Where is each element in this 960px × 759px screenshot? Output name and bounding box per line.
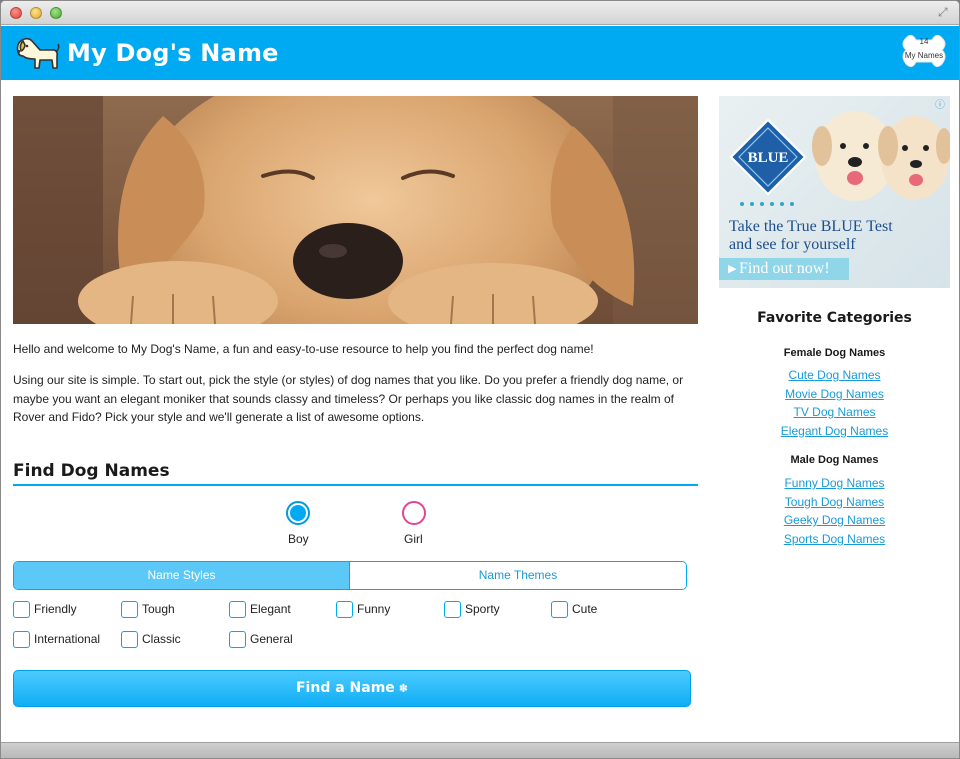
find-a-name-button[interactable]: Find a Name ✽ xyxy=(13,670,691,707)
checkbox-label[interactable]: Elegant xyxy=(250,602,291,616)
minimize-window-button[interactable] xyxy=(30,7,42,19)
browser-window: ⤢ My Dog's Name 14 My Names BLUE Take th… xyxy=(0,0,960,759)
adchoices-icon[interactable]: ⓘ xyxy=(935,96,949,111)
my-names-label[interactable]: My Names xyxy=(902,51,946,60)
gender-boy-radio[interactable] xyxy=(286,501,310,525)
link-elegant-dog-names[interactable]: Elegant Dog Names xyxy=(719,424,950,438)
checkbox-box[interactable] xyxy=(13,601,30,618)
ad-cta-label: Find out now! xyxy=(739,260,830,277)
blue-brand-logo: BLUE xyxy=(729,118,807,206)
zoom-window-button[interactable] xyxy=(50,7,62,19)
checkbox-box[interactable] xyxy=(444,601,461,618)
gender-girl-label[interactable]: Girl xyxy=(404,532,423,546)
site-header: My Dog's Name 14 My Names xyxy=(1,26,959,80)
link-tv-dog-names[interactable]: TV Dog Names xyxy=(719,405,950,419)
tab-name-themes[interactable]: Name Themes xyxy=(350,562,686,589)
checkbox-label[interactable]: Sporty xyxy=(465,602,500,616)
welcome-text: Hello and welcome to My Dog's Name, a fu… xyxy=(13,342,594,356)
ad-puppies-image xyxy=(812,111,950,201)
link-geeky-dog-names[interactable]: Geeky Dog Names xyxy=(719,513,950,527)
checkbox-label[interactable]: Funny xyxy=(357,602,390,616)
site-title[interactable]: My Dog's Name xyxy=(67,39,279,67)
ad-headline: Take the True BLUE Test xyxy=(729,218,893,235)
checkbox-box[interactable] xyxy=(13,631,30,648)
link-funny-dog-names[interactable]: Funny Dog Names xyxy=(719,476,950,490)
favorite-categories-heading: Favorite Categories xyxy=(757,310,912,326)
checkbox-box[interactable] xyxy=(121,601,138,618)
checkbox-box[interactable] xyxy=(336,601,353,618)
window-statusbar xyxy=(1,742,959,758)
checkbox-box[interactable] xyxy=(229,601,246,618)
checkbox-label[interactable]: Tough xyxy=(142,602,175,616)
checkbox-label[interactable]: Cute xyxy=(572,602,597,616)
find-a-name-label: Find a Name xyxy=(295,680,395,696)
female-dog-names-heading: Female Dog Names xyxy=(783,347,886,359)
paw-icon: ✽ xyxy=(398,682,408,695)
checkbox-box[interactable] xyxy=(229,631,246,648)
checkbox-box[interactable] xyxy=(121,631,138,648)
dog-logo-icon[interactable] xyxy=(10,32,60,72)
heading-divider xyxy=(13,484,698,486)
tab-name-styles[interactable]: Name Styles xyxy=(14,562,350,589)
ad-subheadline: and see for yourself xyxy=(729,236,856,253)
link-sports-dog-names[interactable]: Sports Dog Names xyxy=(719,532,950,546)
close-window-button[interactable] xyxy=(10,7,22,19)
ad-cta-button[interactable]: ▶ Find out now! xyxy=(719,258,849,280)
find-dog-names-heading: Find Dog Names xyxy=(13,461,170,481)
checkbox-box[interactable] xyxy=(551,601,568,618)
checkbox-label[interactable]: Classic xyxy=(142,632,181,646)
fullscreen-icon[interactable]: ⤢ xyxy=(938,6,951,19)
gender-girl-radio[interactable] xyxy=(402,501,426,525)
window-titlebar: ⤢ xyxy=(1,1,959,25)
checkbox-label[interactable]: Friendly xyxy=(34,602,77,616)
checkbox-label[interactable]: General xyxy=(250,632,293,646)
finder-tabs: Name Styles Name Themes xyxy=(13,561,687,590)
male-dog-names-heading: Male Dog Names xyxy=(790,454,879,466)
advertisement[interactable]: BLUE Take the True BLUE Test and see for… xyxy=(719,96,950,288)
gender-boy-label[interactable]: Boy xyxy=(288,532,309,546)
svg-text:BLUE: BLUE xyxy=(748,150,789,166)
play-arrow-icon: ▶ xyxy=(728,263,737,275)
link-tough-dog-names[interactable]: Tough Dog Names xyxy=(719,495,950,509)
sleeping-puppy-image xyxy=(13,96,698,324)
link-cute-dog-names[interactable]: Cute Dog Names xyxy=(719,368,950,382)
instructions-text: Using our site is simple. To start out, … xyxy=(13,373,684,424)
my-names-count: 14 xyxy=(919,37,929,46)
checkbox-label[interactable]: International xyxy=(34,632,100,646)
link-movie-dog-names[interactable]: Movie Dog Names xyxy=(719,387,950,401)
